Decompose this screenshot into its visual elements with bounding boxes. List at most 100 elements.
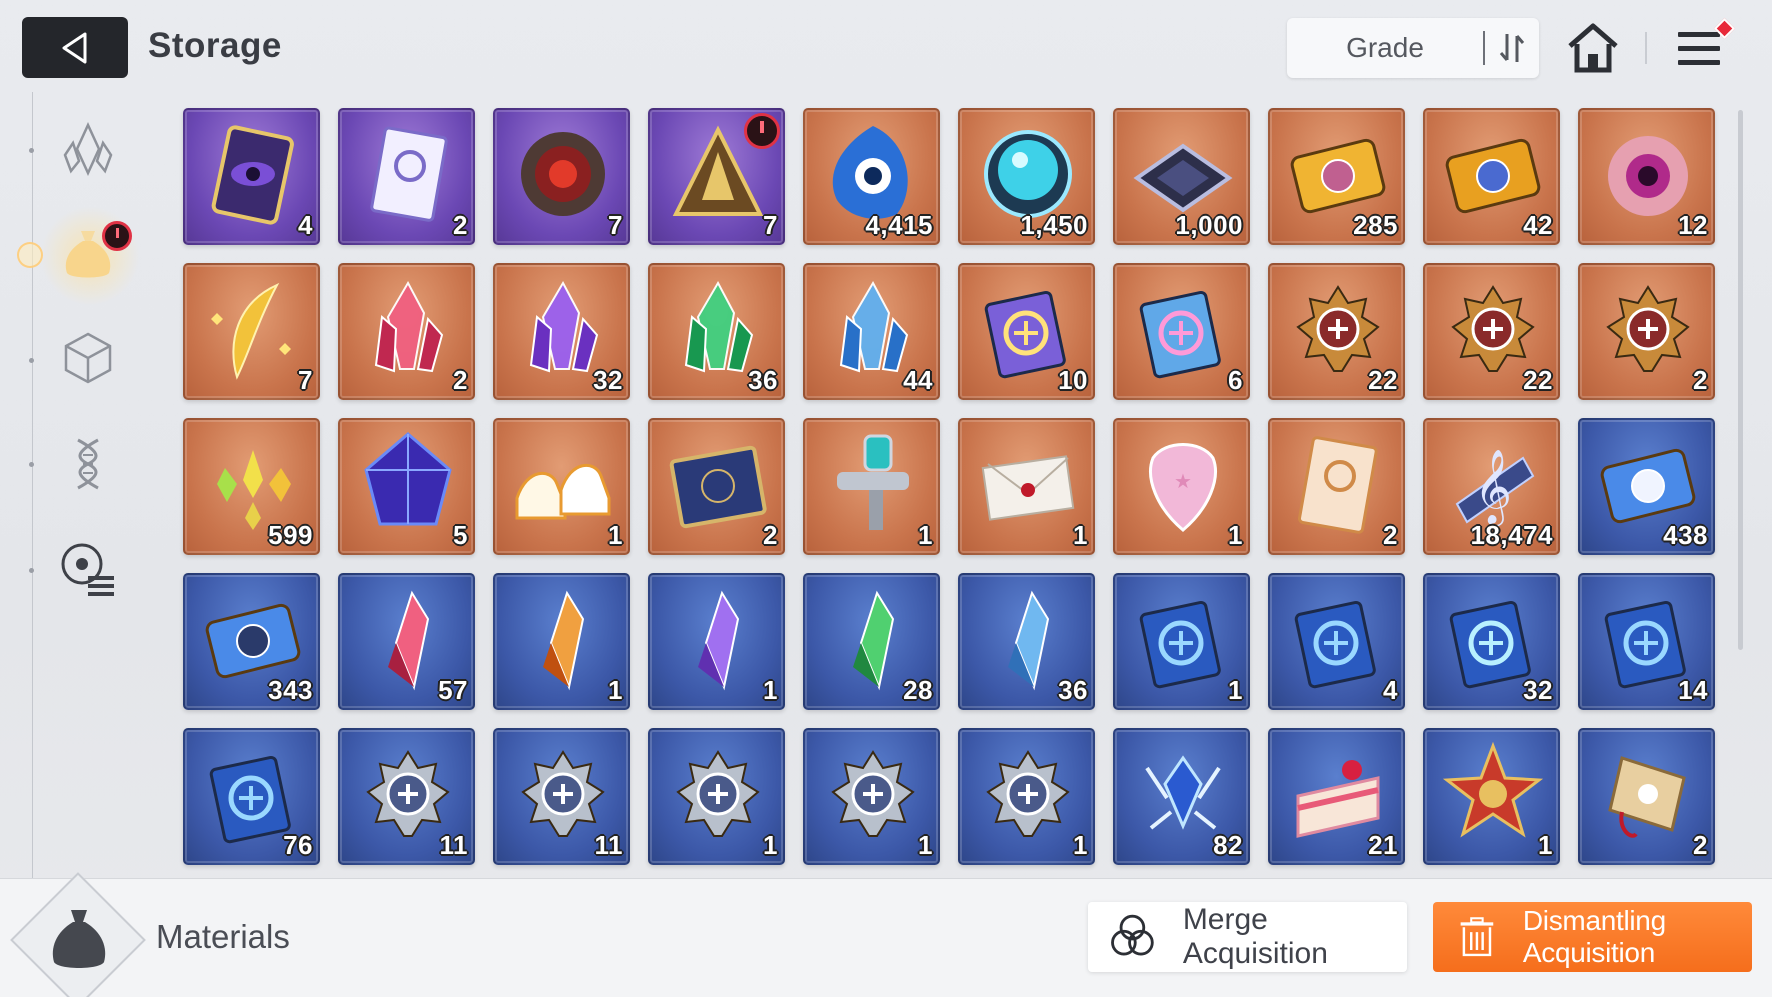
orange-shard-icon (543, 590, 585, 691)
storage-item[interactable]: 1 (493, 418, 630, 555)
item-count: 1 (763, 675, 778, 705)
storage-item[interactable]: 5 (338, 418, 475, 555)
storage-item[interactable]: 28 (803, 573, 940, 710)
item-count: 57 (438, 675, 468, 705)
storage-item[interactable]: 1 (493, 573, 630, 710)
storage-item[interactable]: 𝄞 18,474 (1423, 418, 1560, 555)
storage-item[interactable]: 22 (1268, 263, 1405, 400)
item-count: 4 (1383, 675, 1398, 705)
header-separator (1645, 32, 1647, 64)
storage-item[interactable]: 2 (1268, 418, 1405, 555)
red-star-medal-icon (1442, 741, 1544, 838)
storage-item[interactable]: 2 (338, 263, 475, 400)
storage-item[interactable]: 1 (958, 728, 1095, 865)
storage-item[interactable]: 4 (183, 108, 320, 245)
storage-item[interactable]: 438 (1578, 418, 1715, 555)
item-count: 22 (1368, 365, 1398, 395)
storage-item[interactable]: 11 (493, 728, 630, 865)
guitar-pick-icon: ★ (1149, 443, 1217, 532)
storage-item[interactable]: 22 (1423, 263, 1560, 400)
storage-item[interactable]: ★ 1 (1113, 418, 1250, 555)
sidebar-tab-cores[interactable] (52, 532, 124, 604)
item-count: 36 (748, 365, 778, 395)
item-count: 11 (439, 830, 468, 860)
back-button[interactable] (22, 17, 128, 78)
storage-item[interactable]: 4 (1268, 573, 1405, 710)
storage-item[interactable]: 32 (1423, 573, 1560, 710)
svg-text:𝄞: 𝄞 (1474, 450, 1512, 527)
storage-item[interactable]: 44 (803, 263, 940, 400)
item-count: 343 (268, 675, 313, 705)
silver-medal-x-icon (676, 750, 760, 837)
sidebar-dot (29, 358, 34, 363)
storage-item[interactable]: 1 (803, 418, 940, 555)
storage-item[interactable]: 1,000 (1113, 108, 1250, 245)
storage-item[interactable]: 36 (648, 263, 785, 400)
storage-item[interactable]: 6 (1113, 263, 1250, 400)
sidebar-tab-crystals[interactable] (52, 114, 124, 186)
storage-item[interactable]: 1 (803, 728, 940, 865)
dismantle-label: Dismantling Acquisition (1522, 905, 1666, 968)
storage-item[interactable]: 76 (183, 728, 320, 865)
item-count: 1 (608, 520, 623, 550)
storage-item[interactable]: 2 (648, 418, 785, 555)
storage-item[interactable]: 1 (1113, 573, 1250, 710)
sort-dropdown[interactable]: Grade (1287, 18, 1539, 78)
merge-circles-icon (1111, 914, 1154, 956)
storage-item[interactable]: 1 (1423, 728, 1560, 865)
storage-item[interactable]: 343 (183, 573, 320, 710)
item-count: 32 (593, 365, 623, 395)
home-button[interactable] (1566, 22, 1620, 74)
item-count: 82 (1213, 830, 1243, 860)
storage-item[interactable]: 1 (958, 418, 1095, 555)
item-count: 1,000 (1175, 210, 1243, 240)
storage-item[interactable]: 82 (1113, 728, 1250, 865)
item-count: 285 (1353, 210, 1398, 240)
expiry-timer-badge (744, 113, 780, 149)
storage-item[interactable]: 42 (1423, 108, 1560, 245)
dismantling-acquisition-button[interactable]: Dismantling Acquisition (1433, 902, 1752, 972)
storage-item[interactable]: 1,450 (958, 108, 1095, 245)
home-icon (1568, 23, 1618, 73)
item-grid: 4 2 7 7 4,415 1,450 1,000 285 42 12 7 2 32 36 44 10 6 22 2… (183, 108, 1715, 865)
sidebar-tab-items[interactable] (52, 322, 124, 394)
storage-item[interactable]: 599 (183, 418, 320, 555)
storage-item[interactable]: 32 (493, 263, 630, 400)
storage-item[interactable]: 7 (648, 108, 785, 245)
storage-item[interactable]: 14 (1578, 573, 1715, 710)
sealed-letter-icon (981, 455, 1075, 521)
storage-item[interactable]: 57 (338, 573, 475, 710)
page-title: Storage (148, 26, 282, 65)
storage-item[interactable]: 2 (1578, 263, 1715, 400)
storage-item[interactable]: 11 (338, 728, 475, 865)
storage-item[interactable]: 21 (1268, 728, 1405, 865)
item-count: 22 (1523, 365, 1553, 395)
item-count: 7 (763, 210, 778, 240)
storage-item[interactable]: 12 (1578, 108, 1715, 245)
sort-order-toggle[interactable] (1485, 32, 1539, 64)
storage-item[interactable]: 10 (958, 263, 1095, 400)
storage-item[interactable]: 4,415 (803, 108, 940, 245)
dark-skull-orb-icon (521, 132, 605, 216)
item-count: 76 (283, 830, 313, 860)
storage-item[interactable]: 1 (648, 728, 785, 865)
dna-icon (77, 438, 99, 490)
storage-item[interactable]: 36 (958, 573, 1095, 710)
material-pouch-icon (52, 910, 106, 968)
storage-item[interactable]: 7 (183, 263, 320, 400)
merge-acquisition-button[interactable]: Merge Acquisition (1088, 902, 1407, 972)
item-count: 1 (1228, 520, 1243, 550)
sidebar-tab-genes[interactable] (52, 428, 124, 500)
storage-item[interactable]: 2 (338, 108, 475, 245)
storage-item[interactable]: 7 (493, 108, 630, 245)
cube-icon (64, 332, 112, 384)
item-count: 2 (1383, 520, 1398, 550)
storage-item[interactable]: 285 (1268, 108, 1405, 245)
item-count: 21 (1368, 830, 1398, 860)
dark-eye-card-icon (211, 125, 294, 225)
storage-item[interactable]: 2 (1578, 728, 1715, 865)
golden-feather-icon (211, 282, 291, 380)
grid-scrollbar[interactable] (1738, 110, 1743, 650)
item-count: 12 (1678, 210, 1708, 240)
storage-item[interactable]: 1 (648, 573, 785, 710)
